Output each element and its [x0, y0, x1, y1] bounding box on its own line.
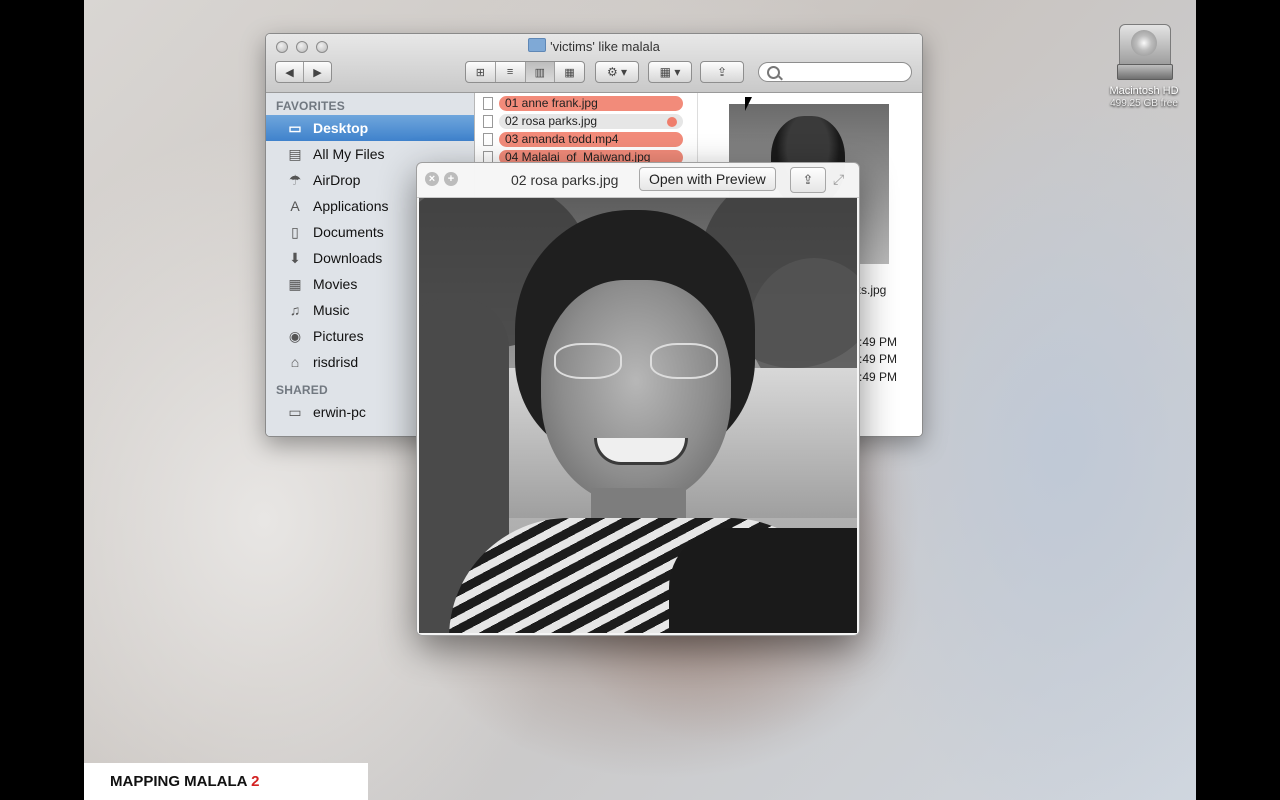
sidebar-item-label: AirDrop	[313, 172, 361, 188]
photo-preview	[419, 198, 857, 633]
macintosh-hd-desktop-icon[interactable]: Macintosh HD 499.25 GB free	[1098, 20, 1190, 110]
open-with-preview-button[interactable]: Open with Preview	[639, 167, 776, 191]
fullscreen-icon[interactable]: +	[444, 172, 458, 186]
home-icon: ⌂	[290, 354, 300, 370]
hard-drive-icon	[1117, 20, 1173, 82]
file-icon	[483, 115, 493, 128]
quick-look-toolbar: × + 02 rosa parks.jpg Open with Preview …	[417, 163, 859, 198]
drive-name-label: Macintosh HD	[1109, 85, 1179, 97]
desktop-icon: ▭	[288, 119, 302, 136]
movie-file-icon	[483, 133, 493, 146]
action-menu-button[interactable]: ⚙ ▾	[595, 61, 639, 83]
footer-title: MAPPING MALALA	[110, 773, 247, 790]
share-button[interactable]: ⇪	[700, 61, 744, 83]
view-mode-control: ⊞ ≡ ▥ ▦	[465, 61, 585, 83]
letterbox-right	[1196, 0, 1280, 800]
sidebar-item-label: Desktop	[313, 120, 369, 136]
forward-button[interactable]: ▶	[304, 62, 331, 82]
quick-look-title: 02 rosa parks.jpg	[511, 172, 619, 188]
favorites-header: FAVORITES	[276, 99, 345, 113]
search-input[interactable]	[783, 64, 907, 82]
file-item[interactable]: 02 rosa parks.jpg	[475, 113, 697, 130]
letterbox-left	[0, 0, 84, 800]
footer-number: 2	[251, 773, 260, 790]
close-icon[interactable]: ×	[425, 172, 439, 186]
list-view-button[interactable]: ≡	[496, 62, 526, 82]
share-icon[interactable]: ⇪	[790, 167, 826, 193]
mouse-cursor-icon	[745, 97, 752, 111]
file-item[interactable]: 03 amanda todd.mp4	[475, 131, 697, 148]
sidebar-item-label: Downloads	[313, 250, 383, 266]
sidebar-item-desktop[interactable]: ▭ Desktop	[266, 115, 474, 141]
preview-opened-time: :49 PM	[859, 370, 898, 384]
back-forward-control: ◀ ▶	[275, 61, 332, 83]
movies-icon: ▦	[288, 275, 302, 292]
footer-caption: MAPPING MALALA 2	[84, 763, 368, 800]
expand-icon[interactable]: ⤢	[833, 171, 844, 188]
sidebar-item-label: All My Files	[313, 146, 385, 162]
documents-icon: ▯	[291, 223, 299, 240]
window-title: 'victims' like malala	[266, 38, 922, 54]
sidebar-item-label: Pictures	[313, 328, 364, 344]
computer-icon: ▭	[288, 403, 302, 420]
file-icon	[483, 97, 493, 110]
search-field[interactable]	[758, 62, 912, 82]
column-view-button[interactable]: ▥	[525, 62, 556, 82]
arrange-menu-button[interactable]: ▦ ▾	[648, 61, 692, 83]
music-icon: ♫	[289, 302, 301, 318]
sidebar-item-label: erwin-pc	[313, 404, 366, 420]
preview-created-time: :49 PM	[859, 335, 898, 349]
preview-modified-time: :49 PM	[859, 352, 898, 366]
back-button[interactable]: ◀	[276, 62, 304, 82]
icon-view-button[interactable]: ⊞	[466, 62, 496, 82]
quick-look-panel[interactable]: × + 02 rosa parks.jpg Open with Preview …	[416, 162, 860, 636]
applications-icon: A	[290, 198, 300, 214]
sidebar-item-label: Music	[313, 302, 350, 318]
airdrop-icon: ☂	[288, 171, 302, 188]
red-tag-dot	[667, 116, 677, 127]
sidebar-item-label: Movies	[313, 276, 358, 292]
pictures-icon: ◉	[288, 327, 302, 344]
search-icon	[767, 66, 780, 79]
coverflow-view-button[interactable]: ▦	[555, 62, 584, 82]
sidebar-item-label: Documents	[313, 224, 384, 240]
file-item[interactable]: 01 anne frank.jpg	[475, 95, 697, 112]
drive-free-label: 499.25 GB free	[1110, 98, 1178, 109]
finder-titlebar[interactable]: 'victims' like malala ◀ ▶ ⊞ ≡ ▥ ▦ ⚙ ▾ ▦ …	[266, 34, 922, 93]
sidebar-item-label: Applications	[313, 198, 389, 214]
downloads-icon: ⬇	[289, 249, 301, 266]
all-files-icon: ▤	[288, 145, 302, 162]
sidebar-item-label: risdrisd	[313, 354, 359, 370]
folder-icon	[528, 38, 547, 52]
